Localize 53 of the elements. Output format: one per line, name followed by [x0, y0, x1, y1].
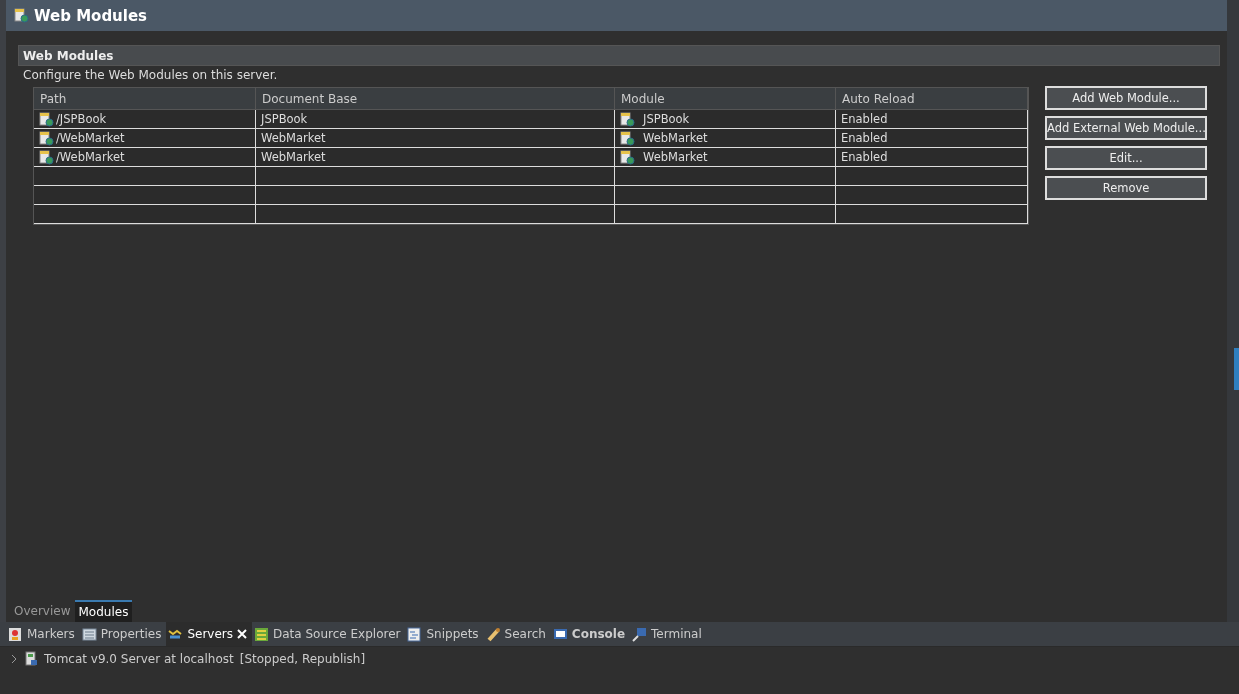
action-button[interactable]: Remove [1045, 176, 1207, 200]
table-cell: /JSPBook [56, 112, 107, 126]
tab-label: Servers [187, 627, 233, 641]
tab-label: Data Source Explorer [273, 627, 401, 641]
close-icon[interactable] [237, 629, 247, 639]
table-cell: WebMarket [643, 131, 708, 145]
action-button[interactable]: Edit... [1045, 146, 1207, 170]
search-icon [485, 626, 501, 642]
tab-label: Markers [27, 627, 75, 641]
editor-title-text: Web Modules [34, 6, 148, 25]
tab-label: Terminal [651, 627, 702, 641]
tab-label: Snippets [426, 627, 479, 641]
table-cell: JSPBook [261, 112, 308, 126]
server-name[interactable]: Tomcat v9.0 Server at localhost [44, 651, 234, 666]
table-cell: WebMarket [261, 131, 326, 145]
table-cell: JSPBook [643, 112, 690, 126]
view-tab[interactable]: Servers [166, 622, 252, 646]
marker-icon [8, 626, 23, 642]
table-cell: Enabled [841, 150, 888, 164]
table-cell: /WebMarket [56, 150, 125, 164]
table-cell: WebMarket [261, 150, 326, 164]
monitor-icon [552, 626, 568, 642]
column-header[interactable]: Auto Reload [836, 88, 1028, 110]
tab-label: Search [504, 627, 546, 641]
view-tab[interactable]: Snippets [405, 622, 484, 646]
view-tab[interactable]: Properties [79, 622, 167, 646]
section-title: Web Modules [18, 45, 1220, 66]
view-tab[interactable]: Markers [6, 622, 80, 646]
tab-label: Properties [100, 627, 162, 641]
column-header[interactable]: Module [615, 88, 836, 110]
action-button[interactable]: Add External Web Module... [1045, 116, 1207, 140]
action-button[interactable]: Add Web Module... [1045, 86, 1207, 110]
table-cell: Enabled [841, 131, 888, 145]
section-description: Configure the Web Modules on this server. [23, 68, 279, 82]
table-cell: /WebMarket [56, 131, 125, 145]
tab-label: Console [571, 627, 626, 641]
scroll-indicator [1234, 348, 1239, 390]
expand-icon[interactable] [10, 653, 18, 664]
list-icon [81, 626, 97, 642]
view-tab[interactable]: Data Source Explorer [252, 622, 406, 646]
table-cell: Enabled [841, 112, 888, 126]
database-icon [254, 626, 269, 642]
editor-tab[interactable]: Overview [10, 600, 75, 622]
document-icon [407, 626, 423, 642]
server-status: [Stopped, Republish] [239, 651, 366, 666]
editor-tab[interactable]: Modules [74, 600, 133, 622]
view-tab[interactable]: Search [483, 622, 551, 646]
column-header[interactable]: Path [34, 88, 256, 110]
web-module-icon [14, 8, 29, 23]
view-tab[interactable]: Terminal [630, 622, 707, 646]
table-cell: WebMarket [643, 150, 708, 164]
view-tab[interactable]: Console [550, 622, 631, 646]
column-header[interactable]: Document Base [256, 88, 615, 110]
